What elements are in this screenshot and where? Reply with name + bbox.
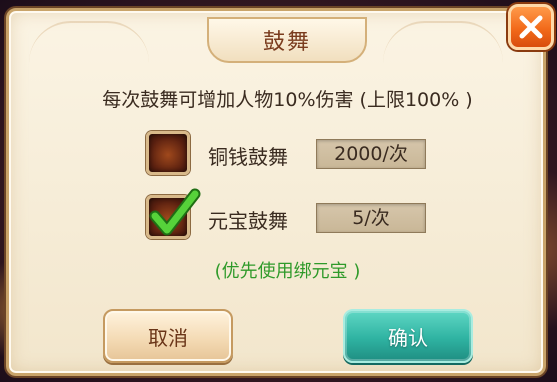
title-banner: 鼓舞 [207,17,367,63]
copper-inspire-checkbox[interactable] [146,131,190,175]
ingot-inspire-label: 元宝鼓舞 [208,209,288,233]
copper-inspire-label: 铜钱鼓舞 [208,145,288,169]
copper-inspire-price: 2000/次 [316,139,426,169]
inspire-dialog: 鼓舞 每次鼓舞可增加人物10%伤害 (上限100% ) 铜钱鼓舞 2000/次 … [6,8,546,376]
cancel-button[interactable]: 取消 [103,309,233,363]
ingot-inspire-checkbox[interactable] [146,188,201,239]
close-icon [519,15,543,39]
confirm-button[interactable]: 确认 [343,309,473,363]
checkmark-icon [149,188,201,236]
inspire-description: 每次鼓舞可增加人物10%伤害 (上限100% ) [102,89,473,111]
dialog-title: 鼓舞 [262,30,311,55]
close-button[interactable] [508,4,554,50]
ingot-inspire-price: 5/次 [316,203,426,233]
bound-ingot-hint: (优先使用绑元宝 ) [214,261,361,282]
